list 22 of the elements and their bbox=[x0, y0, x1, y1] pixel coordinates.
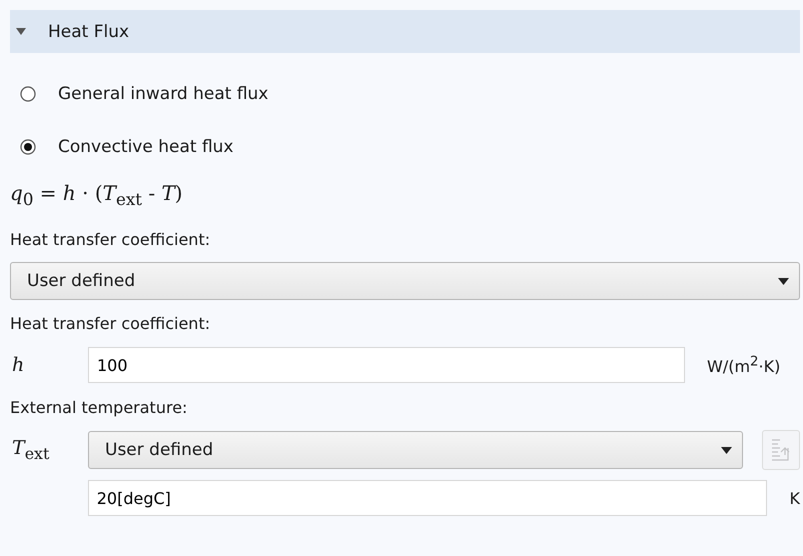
section-title: Heat Flux bbox=[48, 22, 130, 42]
unit-label: W/(m$^{2}$·K) bbox=[707, 356, 780, 376]
expand-icon bbox=[16, 28, 26, 35]
symbol-label: h bbox=[12, 354, 24, 376]
radio-button[interactable] bbox=[20, 138, 36, 154]
field-label: Heat transfer coefficient: bbox=[10, 230, 210, 248]
dropdown[interactable]: User defined bbox=[88, 431, 743, 469]
input-field[interactable]: 20[degC] bbox=[88, 480, 766, 516]
section-header[interactable]: Heat Flux bbox=[10, 10, 800, 53]
document-arrow-icon bbox=[770, 437, 792, 463]
radio-label: Convective heat flux bbox=[58, 136, 234, 156]
unit-label: K bbox=[790, 488, 800, 508]
field-label: External temperature: bbox=[10, 398, 188, 416]
input-field[interactable]: 100 bbox=[88, 347, 685, 383]
field-label: Heat transfer coefficient: bbox=[10, 314, 210, 332]
symbol-label: T$_{ext}$ bbox=[12, 437, 50, 460]
formula: q$_{0}$ = h · (T$_{ext}$ - T) bbox=[10, 181, 183, 209]
dropdown[interactable]: User defined bbox=[10, 262, 800, 300]
radio-label: General inward heat flux bbox=[58, 84, 268, 104]
caret-icon bbox=[721, 446, 732, 454]
caret-icon bbox=[778, 278, 789, 284]
radio-button[interactable] bbox=[20, 86, 36, 102]
